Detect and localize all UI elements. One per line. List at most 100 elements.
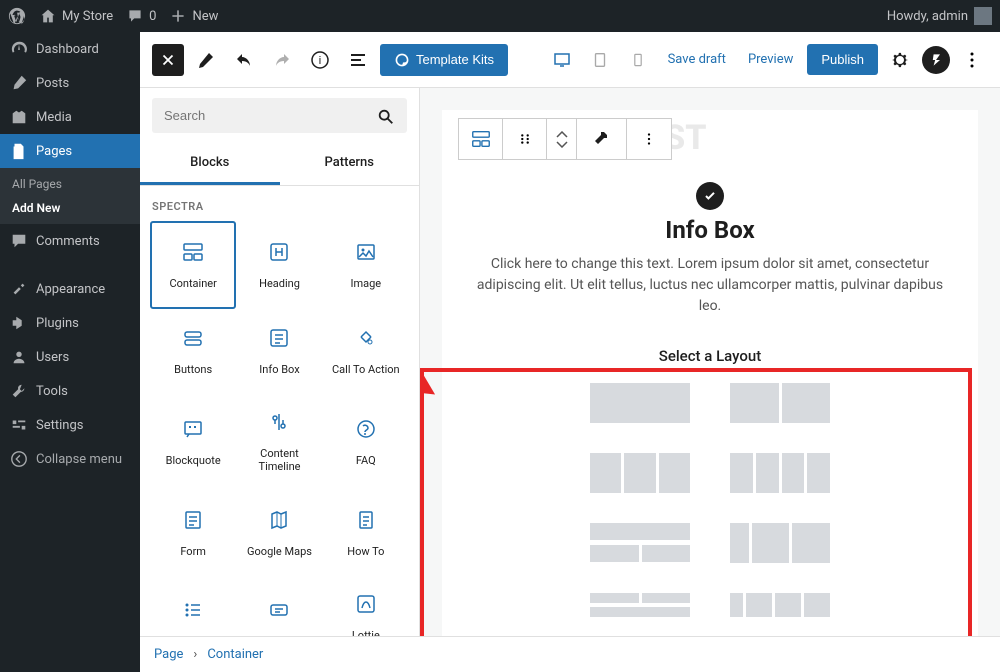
notice-icon — [267, 598, 291, 625]
avatar — [974, 7, 992, 25]
layout-sidebar-2[interactable] — [730, 523, 830, 563]
new-link[interactable]: New — [170, 8, 218, 24]
comments-link[interactable]: 0 — [127, 8, 156, 24]
submenu-all-pages[interactable]: All Pages — [0, 172, 140, 196]
redo-button[interactable] — [266, 44, 298, 76]
tablet-view-button[interactable] — [584, 44, 616, 76]
menu-posts-label: Posts — [36, 76, 69, 91]
tools-button[interactable] — [190, 44, 222, 76]
menu-settings[interactable]: Settings — [0, 408, 140, 442]
editor-canvas: SPECTRA TEST Info Box Click here to chan… — [420, 88, 1000, 672]
drag-handle[interactable] — [503, 119, 547, 159]
cta-icon — [354, 326, 378, 353]
preview-button[interactable]: Preview — [740, 46, 801, 73]
copy-style-button[interactable] — [577, 119, 627, 159]
menu-media[interactable]: Media — [0, 100, 140, 134]
buttons-icon — [181, 326, 205, 353]
crumb-page[interactable]: Page — [154, 647, 183, 662]
menu-dashboard[interactable]: Dashboard — [0, 32, 140, 66]
block-faq[interactable]: FAQ — [323, 393, 409, 490]
info-box-block[interactable]: Info Box Click here to change this text.… — [466, 182, 954, 317]
block-cta[interactable]: Call To Action — [323, 309, 409, 393]
menu-tools[interactable]: Tools — [0, 374, 140, 408]
menu-collapse-label: Collapse menu — [36, 452, 122, 467]
settings-gear-button[interactable] — [884, 44, 916, 76]
block-content-timeline[interactable]: Content Timeline — [236, 393, 322, 490]
close-inserter-button[interactable] — [152, 44, 184, 76]
list-view-button[interactable] — [342, 44, 374, 76]
search-input[interactable] — [152, 98, 407, 133]
image-icon — [354, 240, 378, 267]
editor-topbar: i Template Kits Save draft Preview Publi… — [140, 32, 1000, 88]
select-layout-title: Select a Layout — [466, 347, 954, 365]
menu-tools-label: Tools — [36, 384, 68, 399]
tab-blocks[interactable]: Blocks — [140, 143, 280, 185]
home-link[interactable]: My Store — [40, 8, 113, 24]
block-form[interactable]: Form — [150, 491, 236, 575]
desktop-view-button[interactable] — [546, 44, 578, 76]
save-draft-button[interactable]: Save draft — [660, 46, 734, 73]
block-heading[interactable]: Heading — [236, 221, 322, 309]
menu-media-label: Media — [36, 110, 72, 125]
layout-1-2[interactable] — [590, 523, 690, 563]
site-name: My Store — [62, 9, 113, 24]
menu-comments-label: Comments — [36, 234, 100, 249]
undo-button[interactable] — [228, 44, 260, 76]
new-label: New — [192, 9, 218, 24]
options-button[interactable] — [956, 44, 988, 76]
container-icon — [181, 240, 205, 267]
layout-4col[interactable] — [730, 453, 830, 493]
howdy-link[interactable]: Howdy, admin — [887, 7, 992, 25]
block-info-box[interactable]: Info Box — [236, 309, 322, 393]
layout-selector: Select a Layout — [466, 347, 954, 617]
tab-patterns[interactable]: Patterns — [280, 143, 420, 185]
block-how-to[interactable]: How To — [323, 491, 409, 575]
adminbar: My Store 0 New Howdy, admin — [0, 0, 1000, 32]
block-buttons[interactable]: Buttons — [150, 309, 236, 393]
menu-users[interactable]: Users — [0, 340, 140, 374]
menu-collapse[interactable]: Collapse menu — [0, 442, 140, 476]
layout-sidebar-3[interactable] — [730, 593, 830, 617]
blockquote-icon — [181, 417, 205, 444]
block-container[interactable]: Container — [150, 221, 236, 309]
template-kits-button[interactable]: Template Kits — [380, 44, 508, 76]
block-blockquote[interactable]: Blockquote — [150, 393, 236, 490]
block-label: Google Maps — [247, 545, 312, 558]
howto-icon — [354, 508, 378, 535]
block-label: How To — [347, 545, 384, 558]
map-icon — [267, 508, 291, 535]
menu-plugins[interactable]: Plugins — [0, 306, 140, 340]
menu-posts[interactable]: Posts — [0, 66, 140, 100]
layout-3col[interactable] — [590, 453, 690, 493]
block-label: Info Box — [259, 363, 299, 376]
block-label: Form — [180, 545, 206, 558]
menu-pages[interactable]: Pages — [0, 134, 140, 168]
info-box-title: Info Box — [466, 216, 954, 244]
menu-users-label: Users — [36, 350, 69, 365]
info-button[interactable]: i — [304, 44, 336, 76]
submenu-add-new[interactable]: Add New — [0, 196, 140, 220]
crumb-container[interactable]: Container — [207, 647, 263, 662]
mobile-view-button[interactable] — [622, 44, 654, 76]
block-type-button[interactable] — [459, 119, 503, 159]
block-image[interactable]: Image — [323, 221, 409, 309]
block-options-button[interactable] — [627, 119, 671, 159]
svg-text:i: i — [319, 54, 322, 67]
wp-logo[interactable] — [8, 7, 26, 25]
layout-2col[interactable] — [730, 383, 830, 423]
layout-1col[interactable] — [590, 383, 690, 423]
menu-comments[interactable]: Comments — [0, 224, 140, 258]
info-box-desc: Click here to change this text. Lorem ip… — [466, 254, 954, 317]
menu-appearance[interactable]: Appearance — [0, 272, 140, 306]
page-content[interactable]: SPECTRA TEST Info Box Click here to chan… — [442, 110, 978, 672]
info-box-icon — [267, 326, 291, 353]
editor: i Template Kits Save draft Preview Publi… — [140, 32, 1000, 672]
block-toolbar — [458, 118, 672, 160]
spectra-icon[interactable] — [922, 46, 950, 74]
search-icon — [377, 108, 395, 126]
layout-2-1[interactable] — [590, 593, 690, 617]
block-google-maps[interactable]: Google Maps — [236, 491, 322, 575]
block-label: Container — [169, 277, 216, 290]
move-up-down[interactable] — [547, 119, 577, 159]
publish-button[interactable]: Publish — [807, 44, 878, 75]
